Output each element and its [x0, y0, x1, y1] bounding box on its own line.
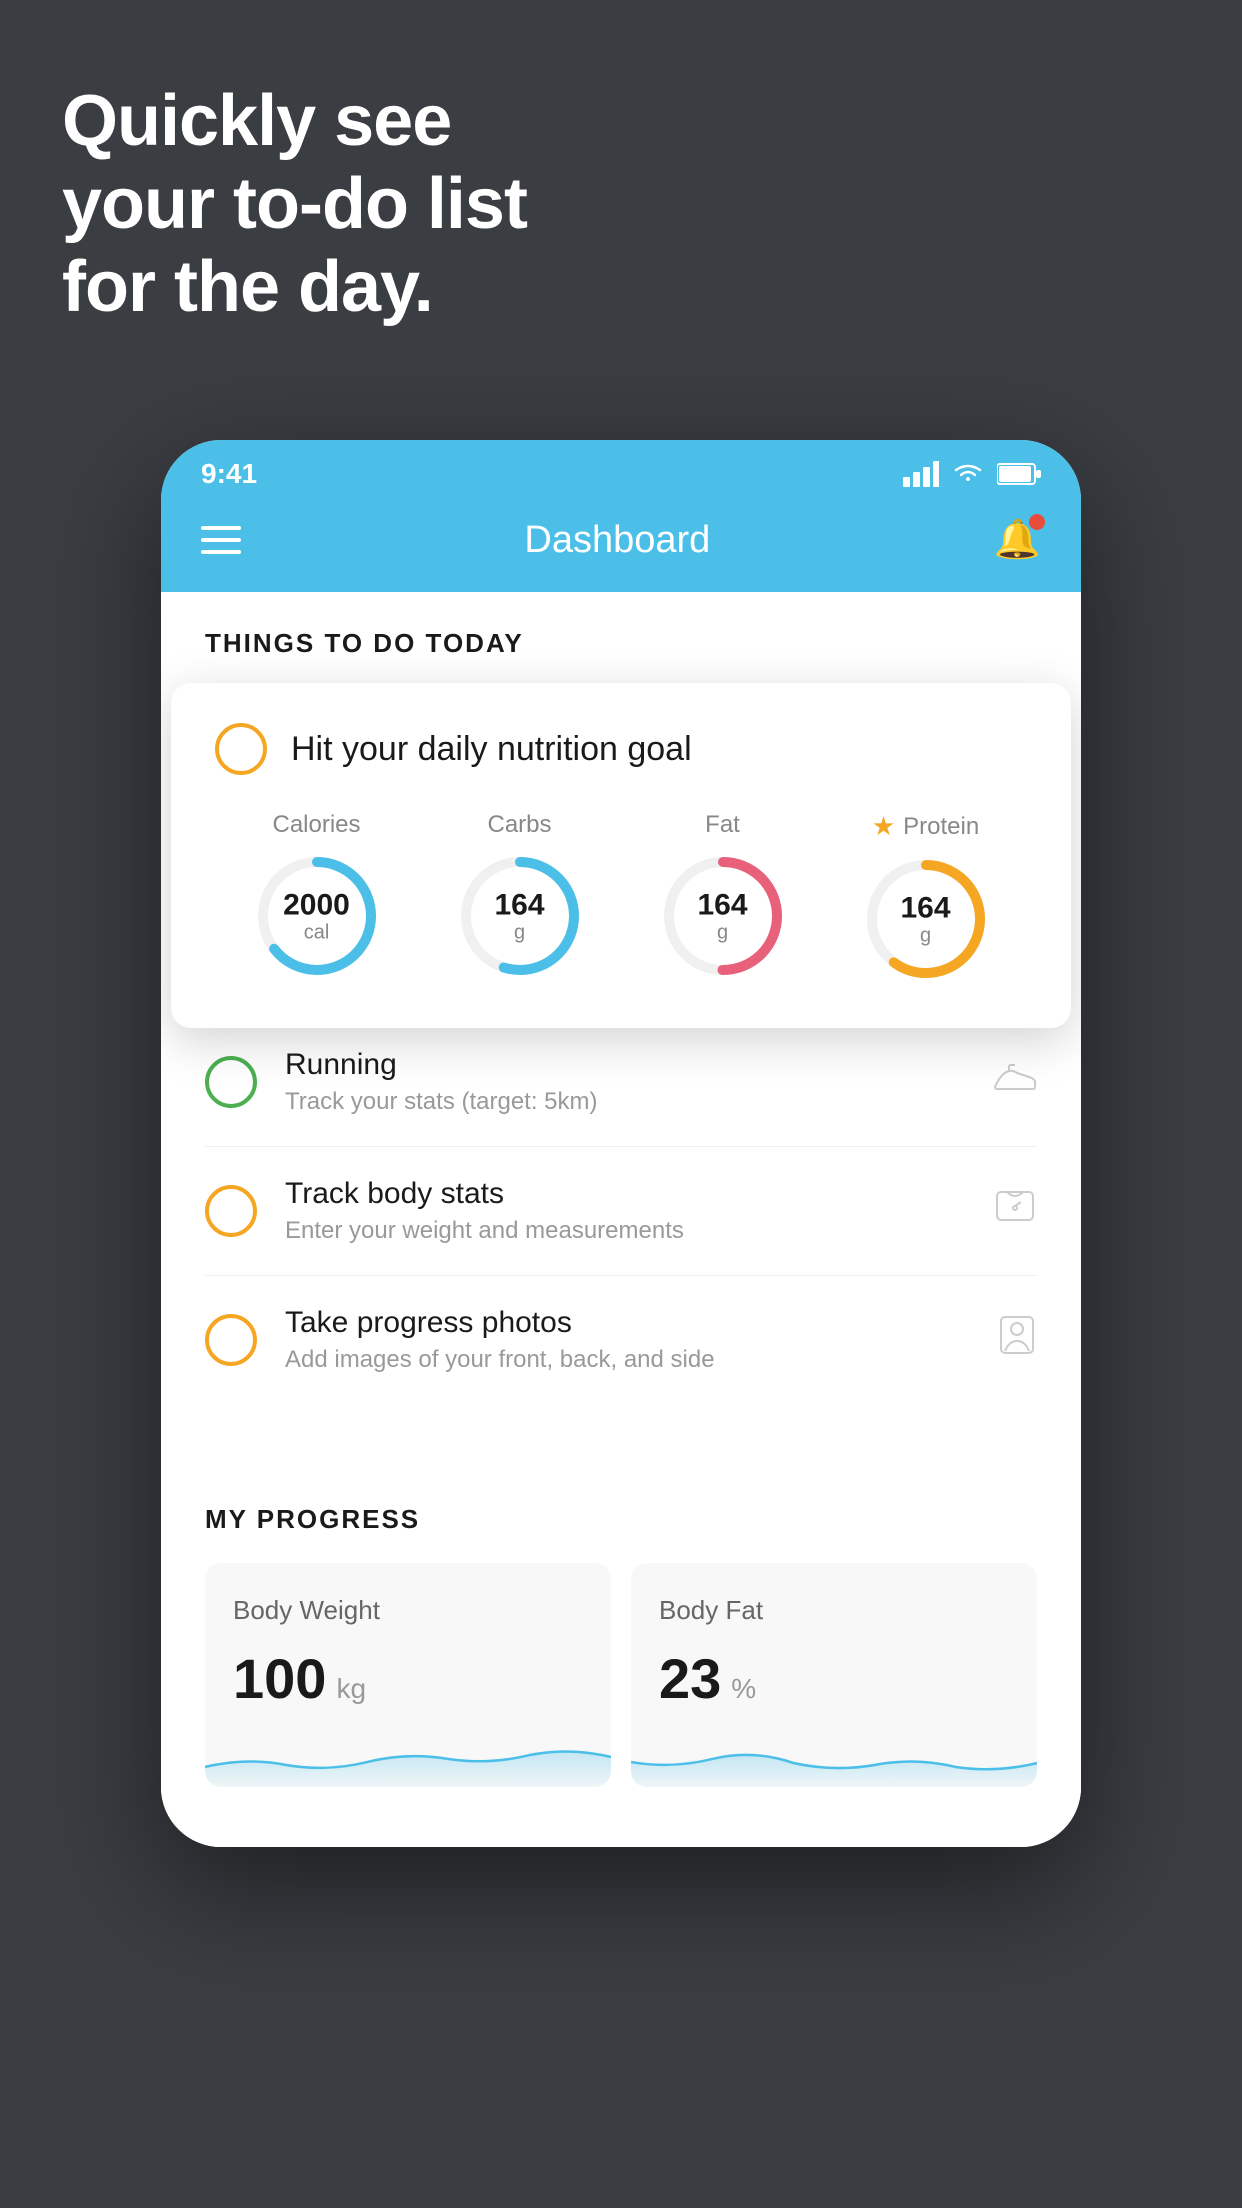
- phone-mockup: 9:41: [161, 440, 1081, 1847]
- running-subtitle: Track your stats (target: 5km): [285, 1088, 965, 1116]
- protein-label: ★ Protein: [872, 811, 979, 842]
- card-title-row: Hit your daily nutrition goal: [215, 723, 1027, 775]
- carbs-label: Carbs: [487, 811, 551, 839]
- time-display: 9:41: [201, 458, 257, 490]
- running-text: Running Track your stats (target: 5km): [285, 1048, 965, 1116]
- progress-photos-checkbox[interactable]: [205, 1314, 257, 1366]
- body-weight-number: 100: [233, 1646, 326, 1711]
- progress-photos-subtitle: Add images of your front, back, and side: [285, 1346, 969, 1374]
- body-stats-text: Track body stats Enter your weight and m…: [285, 1177, 965, 1245]
- calories-donut: 2000 cal: [252, 851, 382, 981]
- carbs-donut: 164 g: [455, 851, 585, 981]
- wifi-icon: [951, 461, 985, 487]
- todo-item-progress-photos[interactable]: Take progress photos Add images of your …: [205, 1276, 1037, 1404]
- macro-protein: ★ Protein 164 g: [861, 811, 991, 984]
- bottom-padding: [161, 1787, 1081, 1847]
- phone-content: THINGS TO DO TODAY Hit your daily nutrit…: [161, 592, 1081, 1847]
- todo-item-running[interactable]: Running Track your stats (target: 5km): [205, 1018, 1037, 1147]
- hero-line1: Quickly see: [62, 80, 527, 163]
- nutrition-card-title: Hit your daily nutrition goal: [291, 730, 692, 769]
- body-weight-value: 100 kg: [233, 1646, 583, 1711]
- protein-donut: 164 g: [861, 854, 991, 984]
- fat-label: Fat: [705, 811, 740, 839]
- nutrition-checkbox[interactable]: [215, 723, 267, 775]
- notification-button[interactable]: 🔔: [994, 518, 1041, 562]
- hero-line2: your to-do list: [62, 163, 527, 246]
- body-stats-title: Track body stats: [285, 1177, 965, 1211]
- macro-calories: Calories 2000 cal: [252, 811, 382, 981]
- todo-item-body-stats[interactable]: Track body stats Enter your weight and m…: [205, 1147, 1037, 1276]
- app-header: Dashboard 🔔: [161, 498, 1081, 592]
- fat-donut: 164 g: [658, 851, 788, 981]
- body-weight-chart: [205, 1727, 611, 1787]
- body-fat-card[interactable]: Body Fat 23 %: [631, 1563, 1037, 1787]
- hamburger-button[interactable]: [201, 526, 241, 554]
- nutrition-macros: Calories 2000 cal: [215, 811, 1027, 984]
- progress-photos-text: Take progress photos Add images of your …: [285, 1306, 969, 1374]
- star-icon: ★: [872, 811, 895, 842]
- status-bar: 9:41: [161, 440, 1081, 498]
- body-fat-unit: %: [731, 1673, 756, 1705]
- body-fat-card-title: Body Fat: [659, 1595, 1009, 1626]
- hero-line3: for the day.: [62, 246, 527, 329]
- nutrition-card: Hit your daily nutrition goal Calories: [171, 683, 1071, 1028]
- progress-cards: Body Weight 100 kg: [205, 1563, 1037, 1787]
- body-stats-subtitle: Enter your weight and measurements: [285, 1217, 965, 1245]
- body-weight-card[interactable]: Body Weight 100 kg: [205, 1563, 611, 1787]
- todo-list: Running Track your stats (target: 5km): [161, 1018, 1081, 1404]
- running-title: Running: [285, 1048, 965, 1082]
- battery-icon: [997, 462, 1041, 486]
- person-icon: [997, 1313, 1037, 1367]
- macro-carbs: Carbs 164 g: [455, 811, 585, 981]
- spacer: [161, 1404, 1081, 1454]
- scale-icon: [993, 1186, 1037, 1236]
- body-fat-value: 23 %: [659, 1646, 1009, 1711]
- body-fat-number: 23: [659, 1646, 721, 1711]
- signal-icon: [903, 461, 939, 487]
- calories-label: Calories: [272, 811, 360, 839]
- body-fat-chart: [631, 1727, 1037, 1787]
- progress-photos-title: Take progress photos: [285, 1306, 969, 1340]
- notification-badge: [1029, 514, 1045, 530]
- progress-section: MY PROGRESS Body Weight 100 kg: [161, 1454, 1081, 1787]
- status-icons: [903, 461, 1041, 487]
- shoe-icon: [993, 1059, 1037, 1105]
- phone-frame: 9:41: [161, 440, 1081, 1847]
- header-title: Dashboard: [524, 519, 710, 562]
- hero-text: Quickly see your to-do list for the day.: [62, 80, 527, 328]
- macro-fat: Fat 164 g: [658, 811, 788, 981]
- things-section-header: THINGS TO DO TODAY: [161, 592, 1081, 683]
- progress-section-title: MY PROGRESS: [205, 1504, 1037, 1535]
- running-checkbox[interactable]: [205, 1056, 257, 1108]
- body-weight-unit: kg: [336, 1673, 366, 1705]
- body-stats-checkbox[interactable]: [205, 1185, 257, 1237]
- body-weight-card-title: Body Weight: [233, 1595, 583, 1626]
